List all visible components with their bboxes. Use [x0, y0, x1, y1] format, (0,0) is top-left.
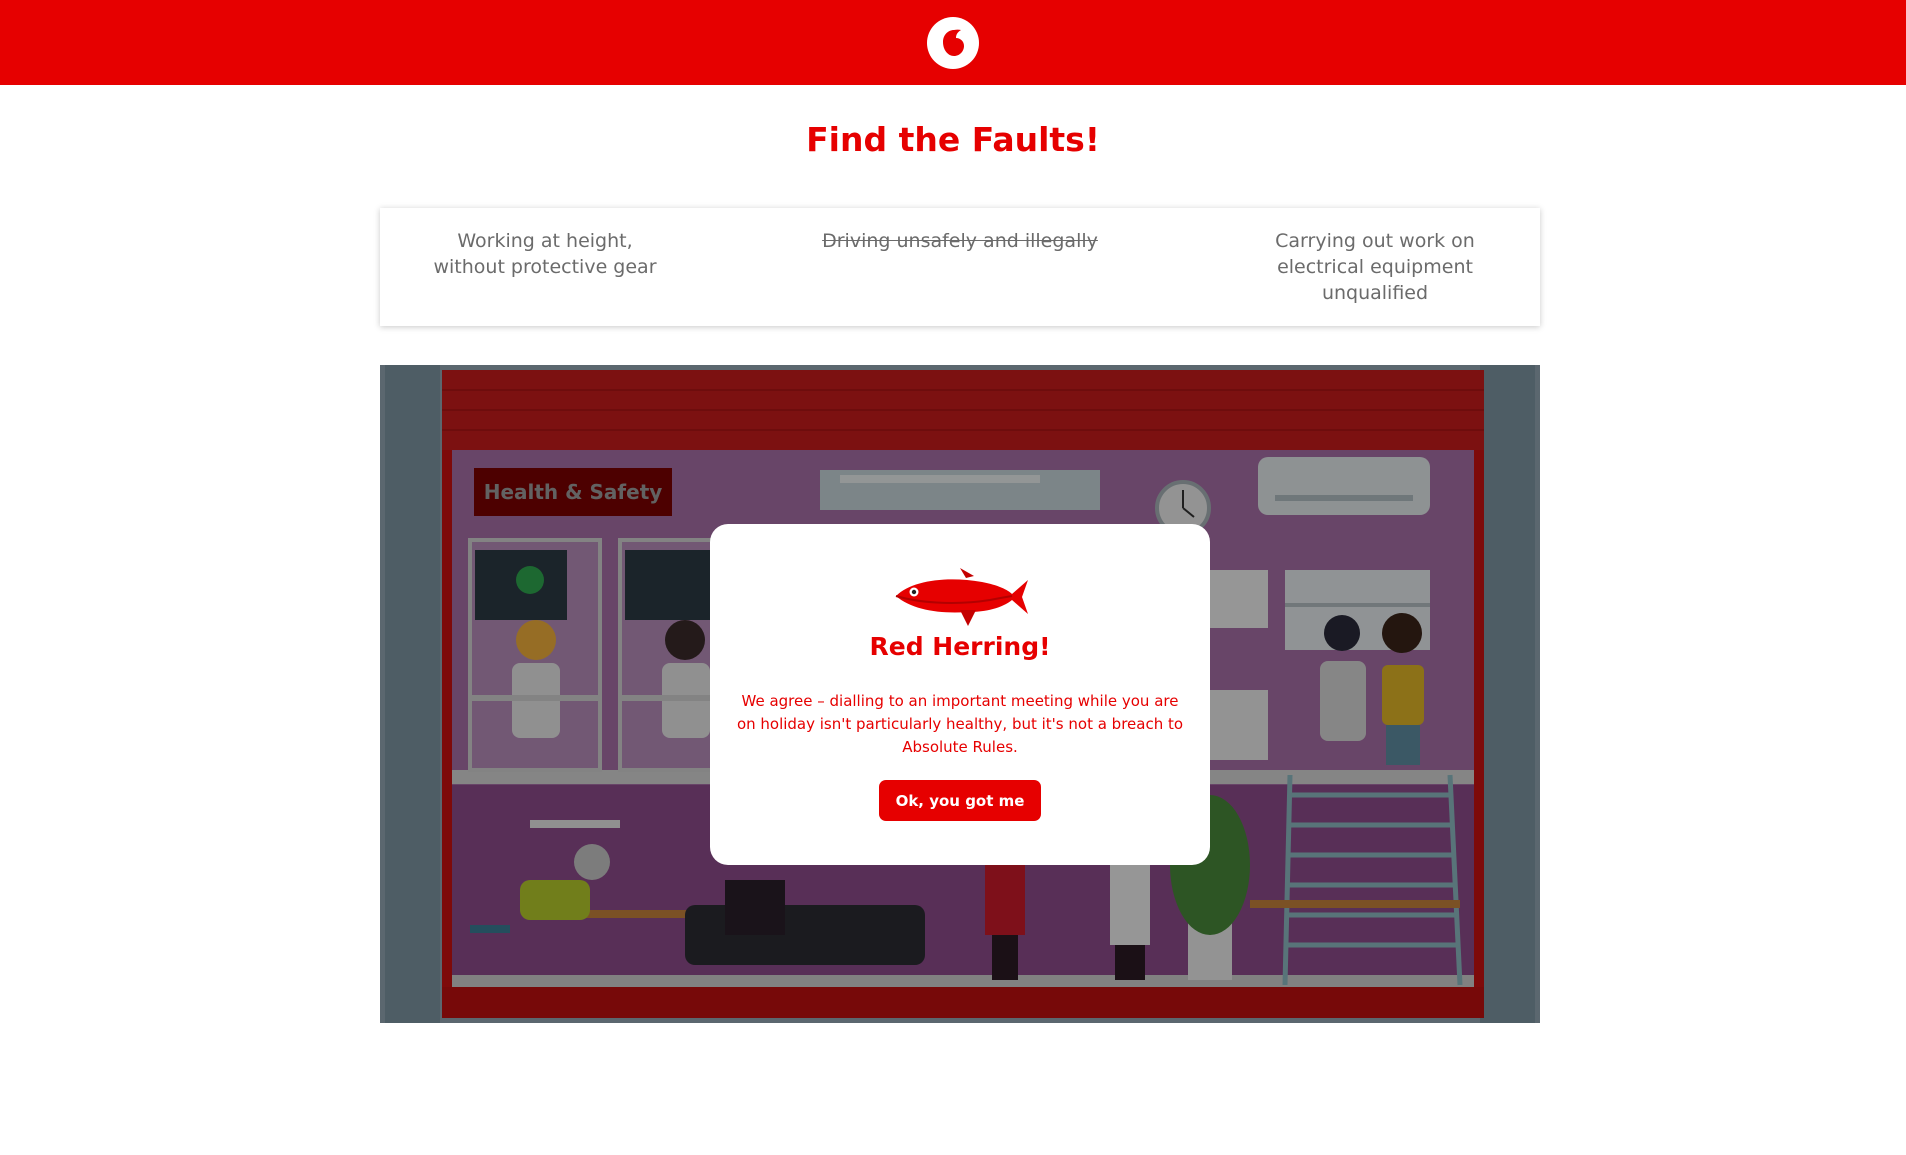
ok-got-me-button[interactable]: Ok, you got me — [879, 780, 1041, 821]
page-title: Find the Faults! — [806, 120, 1100, 159]
dialog-message: We agree – dialling to an important meet… — [736, 692, 1184, 756]
faults-checklist: Working at height, without protective ge… — [380, 208, 1540, 326]
fault-item-electrical-work: Carrying out work on electrical equipmen… — [1275, 230, 1475, 304]
dialog-title: Red Herring! — [869, 632, 1051, 661]
fault-item-driving-unsafely: Driving unsafely and illegally — [822, 230, 1098, 252]
red-herring-dialog: Red Herring! We agree – dialling to an i… — [710, 524, 1210, 865]
red-herring-fish-icon — [895, 568, 1028, 626]
vodafone-logo-icon — [927, 16, 979, 69]
fault-item-working-at-height: Working at height, without protective ge… — [433, 230, 657, 278]
top-bar — [0, 0, 1906, 85]
